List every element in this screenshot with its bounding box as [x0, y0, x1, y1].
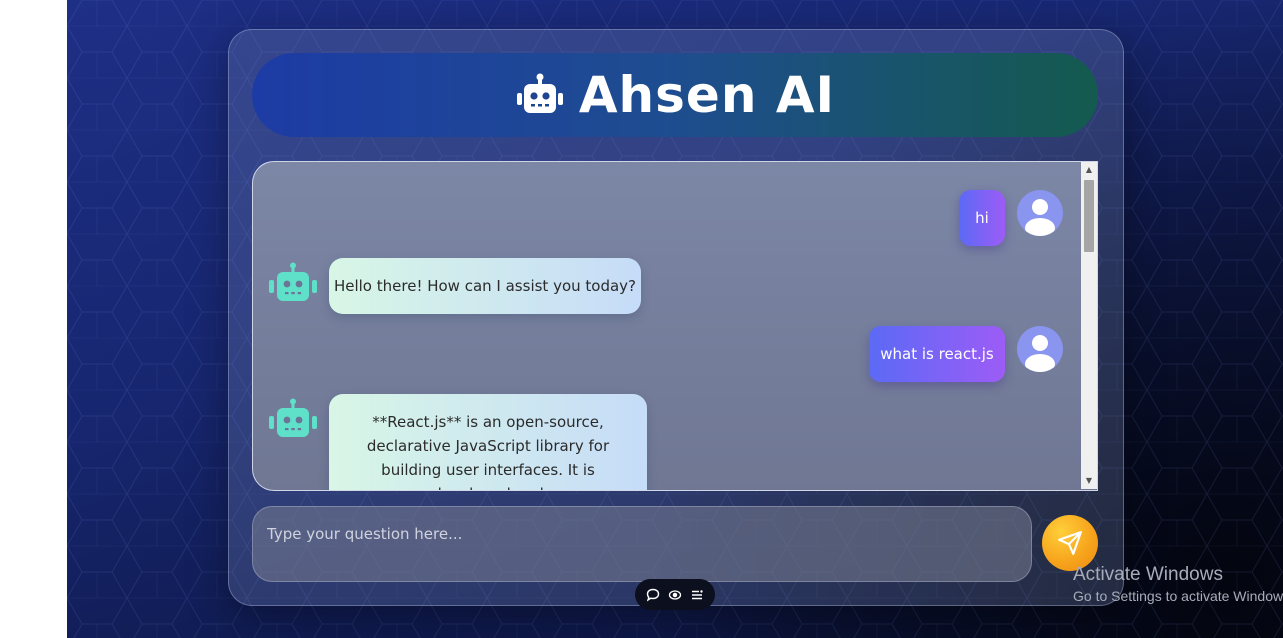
app-title: Ahsen AI	[578, 66, 836, 124]
floating-toolbar	[635, 579, 715, 610]
bot-message: **React.js** is an open-source, declarat…	[329, 394, 647, 490]
scroll-down-arrow-icon[interactable]: ▼	[1081, 473, 1097, 489]
bot-message: Hello there! How can I assist you today?	[329, 258, 641, 314]
user-message: what is react.js	[869, 326, 1005, 382]
watermark-subtitle: Go to Settings to activate Windows.	[1073, 588, 1283, 604]
user-avatar-icon	[1017, 326, 1063, 372]
question-input-box[interactable]	[252, 506, 1032, 582]
chat-messages[interactable]: hi Hello there! How can I assist you tod…	[252, 161, 1098, 491]
question-input[interactable]	[265, 521, 1009, 547]
chat-bubble-icon[interactable]	[646, 588, 660, 602]
scroll-up-arrow-icon[interactable]: ▲	[1081, 162, 1097, 178]
windows-activation-watermark: Activate Windows Go to Settings to activ…	[1073, 564, 1283, 604]
watermark-title: Activate Windows	[1073, 564, 1223, 585]
bot-avatar-icon	[267, 262, 319, 304]
send-icon	[1057, 530, 1083, 556]
menu-list-icon[interactable]	[690, 588, 704, 602]
scroll-thumb[interactable]	[1084, 180, 1094, 252]
user-message: hi	[959, 190, 1005, 246]
chat-scrollbar[interactable]: ▲ ▼	[1081, 162, 1097, 489]
send-button[interactable]	[1042, 515, 1098, 571]
robot-icon	[515, 73, 565, 117]
user-avatar-icon	[1017, 190, 1063, 236]
eye-icon[interactable]	[668, 588, 682, 602]
app-header: Ahsen AI	[252, 53, 1098, 137]
bot-avatar-icon	[267, 398, 319, 440]
